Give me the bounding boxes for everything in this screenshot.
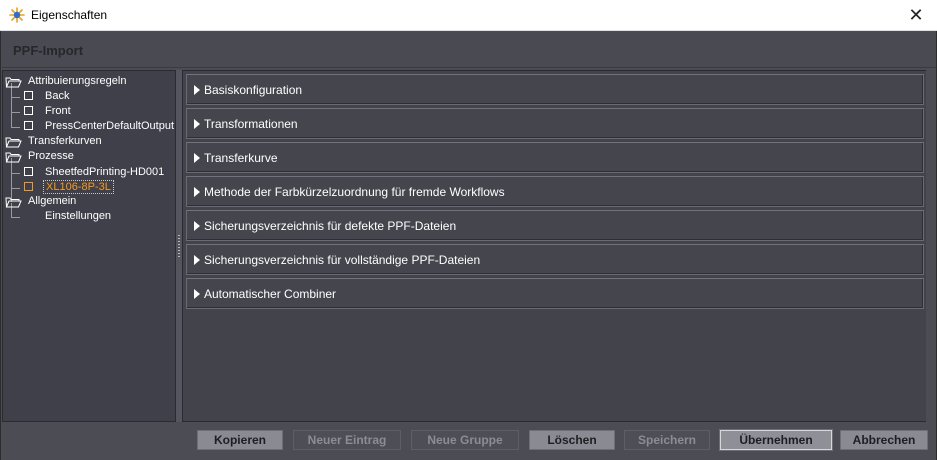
section-label: Transformationen — [204, 117, 298, 131]
tree-group-label: Attribuierungsregeln — [28, 75, 127, 87]
folder-open-icon — [5, 152, 22, 163]
speichern-button[interactable]: Speichern — [624, 430, 710, 450]
section-label: Sicherungsverzeichnis für defekte PPF-Da… — [204, 219, 457, 233]
folder-open-icon — [5, 77, 22, 88]
expand-arrow-icon — [194, 85, 200, 95]
checkbox[interactable] — [24, 91, 33, 100]
neuer-eintrag-button[interactable]: Neuer Eintrag — [293, 430, 401, 450]
expand-arrow-icon — [194, 221, 200, 231]
tree-line — [11, 97, 20, 98]
loeschen-button[interactable]: Löschen — [529, 430, 615, 450]
tree-group-label: Transferkurven — [28, 135, 102, 147]
tree-item-label: SheetfedPrinting-HD001 — [45, 166, 165, 178]
tree-group-label: Prozesse — [28, 150, 74, 162]
app-icon — [9, 7, 25, 23]
tree-item-label: Back — [45, 90, 70, 102]
neue-gruppe-button[interactable]: Neue Gruppe — [411, 430, 519, 450]
expand-arrow-icon — [194, 187, 200, 197]
abbrechen-button[interactable]: Abbrechen — [840, 430, 928, 450]
section-basiskonfiguration[interactable]: Basiskonfiguration — [186, 74, 924, 105]
tree-line — [11, 173, 20, 174]
tree-item-label: PressCenterDefaultOutput — [45, 120, 175, 132]
right-scroll-gutter — [926, 70, 935, 422]
sections-panel: Basiskonfiguration Transformationen Tran… — [182, 70, 927, 422]
tree-line — [11, 112, 20, 113]
uebernehmen-button[interactable]: Übernehmen — [719, 429, 833, 451]
checkbox[interactable] — [24, 106, 33, 115]
dialog-body: PPF-Import Attribuierungsregeln Back Fro… — [0, 31, 937, 460]
expand-arrow-icon — [194, 255, 200, 265]
section-sicherung-vollstaendig[interactable]: Sicherungsverzeichnis für vollständige P… — [186, 244, 924, 275]
checkbox[interactable] — [24, 182, 33, 191]
header: PPF-Import — [2, 32, 936, 68]
page-title: PPF-Import — [13, 43, 84, 58]
title-bar: Eigenschaften ✕ — [0, 0, 937, 31]
section-label: Transferkurve — [204, 151, 278, 165]
splitter-grip-icon[interactable] — [178, 235, 180, 257]
checkbox[interactable] — [24, 121, 33, 130]
tree-line — [11, 217, 20, 218]
expand-arrow-icon — [194, 119, 200, 129]
window-title: Eigenschaften — [31, 8, 108, 22]
section-farbkuerzelzuordnung[interactable]: Methode der Farbkürzelzuordnung für frem… — [186, 176, 924, 207]
folder-open-icon — [5, 197, 22, 208]
close-icon[interactable]: ✕ — [901, 2, 931, 28]
tree-line — [11, 127, 20, 128]
section-automatischer-combiner[interactable]: Automatischer Combiner — [186, 278, 924, 309]
section-transferkurve[interactable]: Transferkurve — [186, 142, 924, 173]
tree-panel: Attribuierungsregeln Back Front PressCen… — [2, 70, 176, 422]
tree-item-label: XL106-8P-3L — [43, 180, 114, 194]
kopieren-button[interactable]: Kopieren — [197, 430, 283, 450]
expand-arrow-icon — [194, 289, 200, 299]
section-label: Sicherungsverzeichnis für vollständige P… — [204, 253, 481, 267]
section-label: Automatischer Combiner — [204, 287, 337, 301]
tree-item-label: Einstellungen — [45, 210, 112, 222]
button-bar: Kopieren Neuer Eintrag Neue Gruppe Lösch… — [1, 424, 936, 460]
expand-arrow-icon — [194, 153, 200, 163]
tree-line — [11, 83, 12, 127]
section-sicherung-defekt[interactable]: Sicherungsverzeichnis für defekte PPF-Da… — [186, 210, 924, 241]
tree-line — [11, 188, 20, 189]
tree-group-label: Allgemein — [28, 195, 77, 207]
checkbox[interactable] — [24, 167, 33, 176]
section-label: Methode der Farbkürzelzuordnung für frem… — [204, 185, 505, 199]
folder-open-icon — [5, 137, 22, 148]
section-transformationen[interactable]: Transformationen — [186, 108, 924, 139]
tree-item-label: Front — [45, 105, 71, 117]
section-label: Basiskonfiguration — [204, 83, 303, 97]
